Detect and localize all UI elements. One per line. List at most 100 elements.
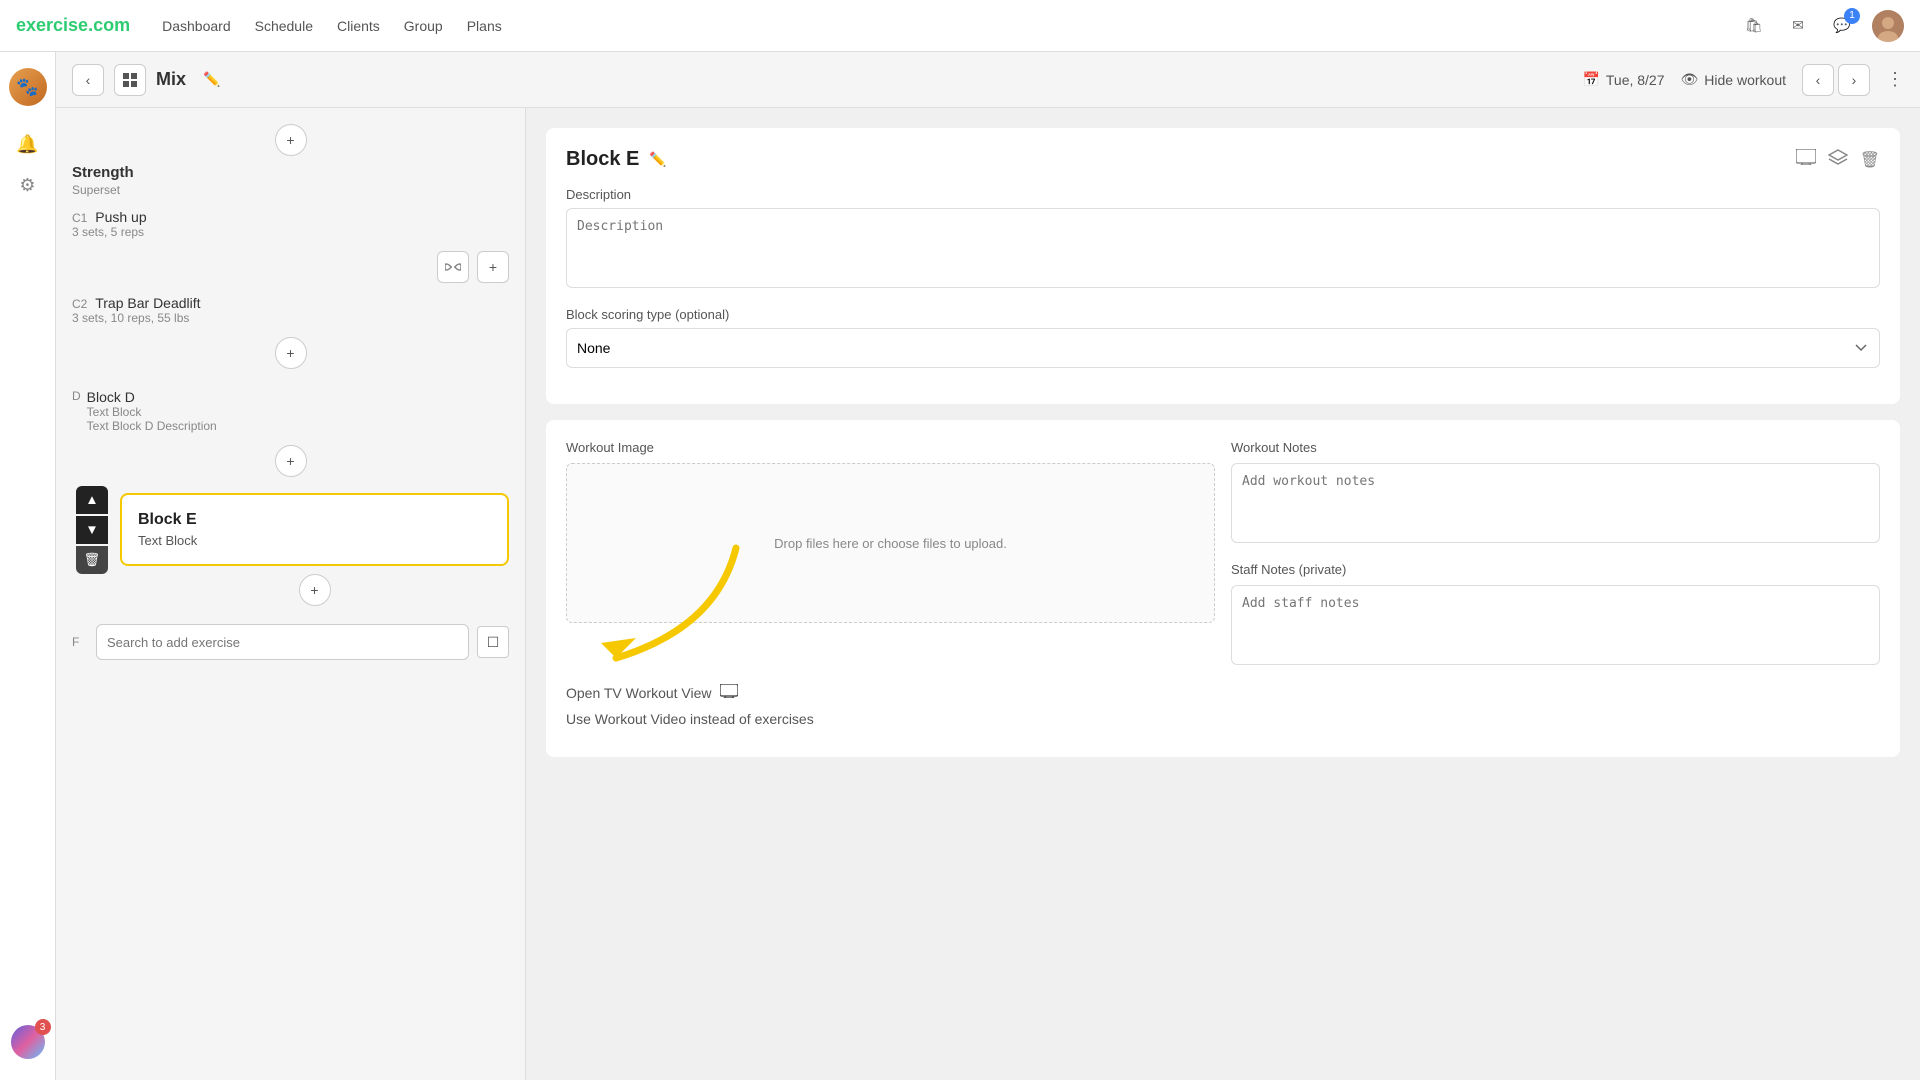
- scoring-section: Block scoring type (optional) None: [566, 307, 1880, 368]
- description-section: Description: [566, 187, 1880, 291]
- add-after-c2-button[interactable]: +: [275, 337, 307, 369]
- mail-icon[interactable]: ✉: [1784, 12, 1812, 40]
- drag-down-button[interactable]: ▼: [76, 516, 108, 544]
- workout-image-label: Workout Image: [566, 440, 1215, 455]
- add-after-e-button[interactable]: +: [299, 574, 331, 606]
- nav-schedule[interactable]: Schedule: [255, 18, 313, 34]
- delete-block-button[interactable]: 🗑: [76, 546, 108, 574]
- description-textarea[interactable]: [566, 208, 1880, 288]
- search-exercise-input[interactable]: [96, 624, 469, 660]
- c1-meta: 3 sets, 5 reps: [72, 225, 509, 239]
- hide-workout-button[interactable]: 👁 Hide workout: [1681, 71, 1786, 88]
- strength-title: Strength: [72, 164, 509, 181]
- brand-name-end: com: [93, 15, 130, 35]
- more-options-button[interactable]: ⋮: [1886, 69, 1904, 90]
- drag-up-button[interactable]: ▲: [76, 486, 108, 514]
- block-d-section: D Block D Text Block Text Block D Descri…: [72, 377, 509, 485]
- nav-dashboard[interactable]: Dashboard: [162, 18, 231, 34]
- c1-link-button[interactable]: [437, 251, 469, 283]
- block-d-label: D: [72, 389, 81, 403]
- staff-notes-textarea[interactable]: [1231, 585, 1880, 665]
- shop-icon[interactable]: 🛍: [1740, 12, 1768, 40]
- block-detail-card: Block E ✏️ 🗑 Description: [546, 128, 1900, 404]
- sidebar-gear-icon[interactable]: ⚙: [19, 175, 35, 196]
- tv-view-label: Open TV Workout View: [566, 685, 712, 701]
- add-above-strength-button[interactable]: +: [275, 124, 307, 156]
- c1-name[interactable]: Push up: [95, 209, 146, 225]
- strength-subtitle: Superset: [72, 183, 509, 197]
- tv-view-option: Open TV Workout View: [566, 684, 1880, 701]
- delete-block-detail-icon[interactable]: 🗑: [1860, 150, 1880, 170]
- sidebar-bell-icon[interactable]: 🔔: [16, 134, 38, 155]
- next-button[interactable]: ›: [1838, 64, 1870, 96]
- c1-label: C1: [72, 211, 87, 225]
- block-detail-title: Block E: [566, 148, 639, 171]
- brand-name-start: exercise: [16, 15, 88, 35]
- notification-orb[interactable]: 3: [9, 1023, 47, 1064]
- workout-title: Mix: [156, 69, 186, 90]
- block-d-desc: Text Block D Description: [87, 419, 217, 433]
- c2-label: C2: [72, 297, 87, 311]
- tv-view-icon: [720, 684, 738, 701]
- orb-badge: 3: [35, 1019, 51, 1035]
- grid-view-button[interactable]: [114, 64, 146, 96]
- workout-image-section: Workout Image Drop files here or choose …: [566, 440, 1215, 668]
- nav-clients[interactable]: Clients: [337, 18, 380, 34]
- upload-text: Drop files here or choose files to uploa…: [774, 536, 1007, 551]
- exercise-c1: C1 Push up 3 sets, 5 reps: [72, 205, 509, 243]
- nav-group[interactable]: Group: [404, 18, 443, 34]
- block-d-name: Block D: [87, 389, 217, 405]
- sub-header-left: ‹ Mix ✏️: [72, 64, 228, 96]
- c2-name[interactable]: Trap Bar Deadlift: [95, 295, 200, 311]
- edit-title-button[interactable]: ✏️: [196, 64, 228, 96]
- user-avatar[interactable]: [1872, 10, 1904, 42]
- left-panel: + Strength Superset C1 Push up 3 sets, 5…: [56, 108, 526, 1080]
- c1-actions: +: [72, 251, 509, 283]
- scoring-select[interactable]: None: [566, 328, 1880, 368]
- c2-meta: 3 sets, 10 reps, 55 lbs: [72, 311, 509, 325]
- block-e-title: Block E: [138, 511, 491, 529]
- nav-plans[interactable]: Plans: [467, 18, 502, 34]
- prev-button[interactable]: ‹: [1802, 64, 1834, 96]
- block-f-label: F: [72, 635, 88, 649]
- top-nav: exercise.com Dashboard Schedule Clients …: [0, 0, 1920, 52]
- add-after-d-button[interactable]: +: [275, 445, 307, 477]
- main-layout: + Strength Superset C1 Push up 3 sets, 5…: [56, 108, 1920, 1080]
- upload-zone[interactable]: Drop files here or choose files to uploa…: [566, 463, 1215, 623]
- back-button[interactable]: ‹: [72, 64, 104, 96]
- block-d-type: Text Block: [87, 405, 217, 419]
- block-e-type: Text Block: [138, 533, 491, 548]
- nav-arrows: ‹ ›: [1802, 64, 1870, 96]
- bottom-options: Open TV Workout View Use Workout Video i…: [566, 684, 1880, 727]
- detail-actions: 🗑: [1796, 149, 1880, 170]
- workout-notes-section: Workout Notes Staff Notes (private): [1231, 440, 1880, 668]
- tv-icon-button[interactable]: [1796, 149, 1816, 170]
- media-card: Workout Image Drop files here or choose …: [546, 420, 1900, 757]
- left-sidebar: 🐾 🔔 ⚙ 3: [0, 52, 56, 1080]
- chat-icon[interactable]: 💬 1: [1828, 12, 1856, 40]
- block-e-container: ▲ ▼ 🗑 Block E Text Block: [120, 493, 509, 566]
- edit-block-icon[interactable]: ✏️: [649, 151, 666, 168]
- drag-controls: ▲ ▼ 🗑: [76, 486, 108, 574]
- brand-logo[interactable]: exercise.com: [16, 15, 130, 36]
- nav-links: Dashboard Schedule Clients Group Plans: [162, 18, 1740, 34]
- workout-notes-textarea[interactable]: [1231, 463, 1880, 543]
- block-e-card[interactable]: Block E Text Block: [120, 493, 509, 566]
- sub-header: ‹ Mix ✏️ 📅 Tue, 8/27 👁 Hide workout ‹ › …: [56, 52, 1920, 108]
- description-label: Description: [566, 187, 1880, 202]
- video-label: Use Workout Video instead of exercises: [566, 711, 814, 727]
- right-panel: Block E ✏️ 🗑 Description: [526, 108, 1920, 1080]
- date-display: 📅 Tue, 8/27: [1582, 71, 1664, 88]
- c1-add-button[interactable]: +: [477, 251, 509, 283]
- block-d-row[interactable]: D Block D Text Block Text Block D Descri…: [72, 385, 509, 437]
- block-f-row: F ☐: [72, 614, 509, 670]
- strength-section: + Strength Superset C1 Push up 3 sets, 5…: [72, 124, 509, 369]
- staff-notes-label: Staff Notes (private): [1231, 562, 1880, 577]
- scoring-label: Block scoring type (optional): [566, 307, 1880, 322]
- sidebar-logo: 🐾: [9, 68, 47, 106]
- search-icon-button[interactable]: ☐: [477, 626, 509, 658]
- sub-header-right: 📅 Tue, 8/27 👁 Hide workout ‹ › ⋮: [1582, 64, 1904, 96]
- layers-icon-button[interactable]: [1828, 149, 1848, 170]
- workout-notes-label: Workout Notes: [1231, 440, 1880, 455]
- video-option: Use Workout Video instead of exercises: [566, 711, 1880, 727]
